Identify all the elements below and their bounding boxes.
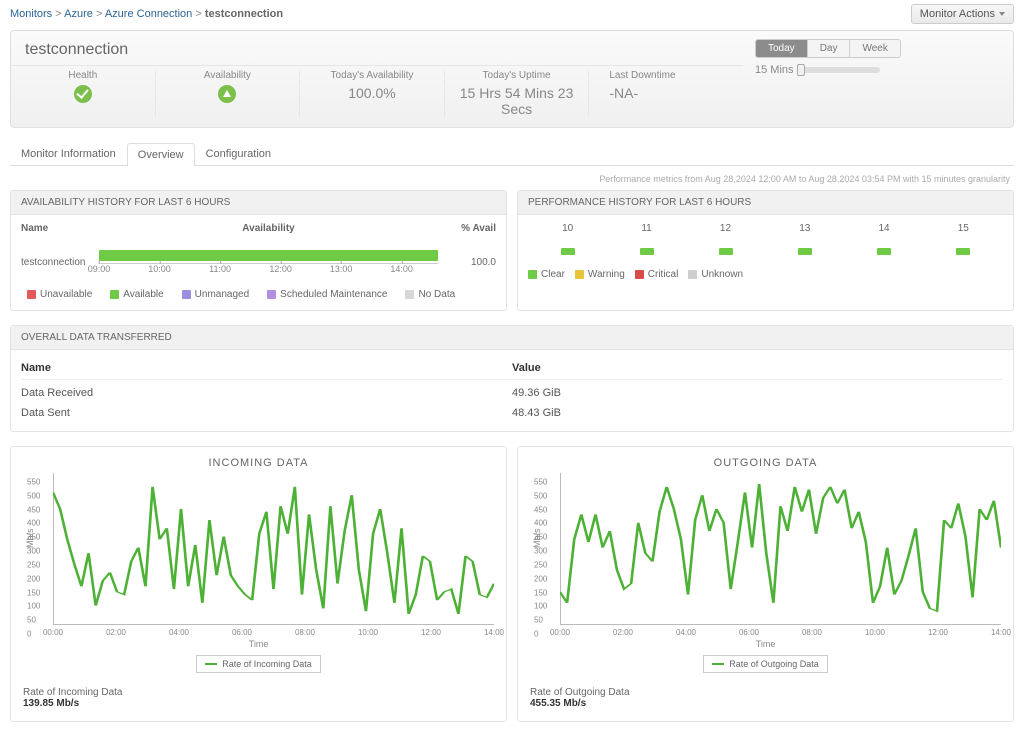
metrics-range-text: Performance metrics from Aug 28,2024 12:… <box>0 174 1010 184</box>
legend-unavailable: Unavailable <box>40 289 92 300</box>
chart-panel: INCOMING DATA Mb/s05010015020025030035040… <box>10 446 507 722</box>
chart-footer-label: Rate of Incoming Data <box>23 687 494 698</box>
chart-area: Mb/s05010015020025030035040045050055000:… <box>560 473 1001 643</box>
chart-title: OUTGOING DATA <box>530 457 1001 469</box>
legend-scheduled-swatch <box>267 290 276 299</box>
legend-warning: Warning <box>588 269 625 280</box>
chart-area: Mb/s05010015020025030035040045050055000:… <box>53 473 494 643</box>
stat-health-label: Health <box>21 70 145 81</box>
cell-name: Data Sent <box>21 407 512 419</box>
data-transferred-panel: OVERALL DATA TRANSFERRED Name Value Data… <box>10 325 1014 432</box>
avail-row-pct: 100.0 <box>446 257 496 268</box>
slider-handle[interactable] <box>797 64 805 76</box>
stat-downtime-value: -NA- <box>609 85 733 101</box>
table-row: Data Sent48.43 GiB <box>21 403 1003 423</box>
legend-critical: Critical <box>648 269 679 280</box>
chevron-down-icon <box>999 12 1005 16</box>
stat-uptime-value: 15 Hrs 54 Mins 23 Secs <box>455 85 579 117</box>
perf-status-pill <box>561 248 575 255</box>
legend-nodata: No Data <box>418 289 455 300</box>
avail-row-name: testconnection <box>21 257 91 268</box>
availability-bar <box>99 250 438 261</box>
perf-hour: 15 <box>958 223 969 234</box>
tab-configuration[interactable]: Configuration <box>195 142 282 165</box>
stat-today-avail-value: 100.0% <box>310 85 434 101</box>
perf-hour: 12 <box>720 223 731 234</box>
legend-critical-swatch <box>635 270 644 279</box>
legend-nodata-swatch <box>405 290 414 299</box>
col-value: Value <box>512 362 1003 374</box>
stat-availability-label: Availability <box>166 70 290 81</box>
granularity-slider[interactable] <box>800 67 880 73</box>
health-ok-icon <box>74 85 92 103</box>
perf-hour: 13 <box>799 223 810 234</box>
range-granularity-label: 15 Mins <box>755 64 794 76</box>
perf-hour: 14 <box>878 223 889 234</box>
avail-xtick: 09:00 <box>88 264 111 274</box>
range-day[interactable]: Day <box>808 40 851 57</box>
cell-name: Data Received <box>21 387 512 399</box>
perf-status-pill <box>640 248 654 255</box>
avail-xtick: 12:00 <box>269 264 292 274</box>
legend-unmanaged: Unmanaged <box>195 289 249 300</box>
legend-scheduled: Scheduled Maintenance <box>280 289 387 300</box>
monitor-actions-button[interactable]: Monitor Actions <box>911 4 1014 24</box>
stat-uptime-label: Today's Uptime <box>455 70 579 81</box>
monitor-actions-label: Monitor Actions <box>920 8 995 20</box>
crumb-current: testconnection <box>205 8 283 20</box>
range-tabs: Today Day Week <box>755 39 901 58</box>
performance-history-title: PERFORMANCE HISTORY FOR LAST 6 HOURS <box>518 191 1013 215</box>
crumb-azure-connection[interactable]: Azure Connection <box>105 8 192 20</box>
availability-up-icon <box>218 85 236 103</box>
legend-clear-swatch <box>528 270 537 279</box>
legend-clear: Clear <box>541 269 565 280</box>
chart-footer-value: 455.35 Mb/s <box>530 698 586 709</box>
perf-status-pill <box>877 248 891 255</box>
avail-xtick: 14:00 <box>390 264 413 274</box>
range-today[interactable]: Today <box>756 40 808 57</box>
legend-unknown: Unknown <box>701 269 743 280</box>
legend-available: Available <box>123 289 163 300</box>
chart-footer-label: Rate of Outgoing Data <box>530 687 1001 698</box>
avail-xtick: 10:00 <box>148 264 171 274</box>
perf-status-pill <box>719 248 733 255</box>
crumb-monitors[interactable]: Monitors <box>10 8 52 20</box>
availability-history-panel: AVAILABILITY HISTORY FOR LAST 6 HOURS Na… <box>10 190 507 311</box>
perf-status-pill <box>798 248 812 255</box>
legend-unavailable-swatch <box>27 290 36 299</box>
chart-footer-value: 139.85 Mb/s <box>23 698 79 709</box>
col-name: Name <box>21 362 512 374</box>
chart-title: INCOMING DATA <box>23 457 494 469</box>
chart-legend: Rate of Outgoing Data <box>703 655 828 673</box>
perf-hour: 11 <box>641 223 651 234</box>
cell-value: 48.43 GiB <box>512 407 1003 419</box>
availability-history-title: AVAILABILITY HISTORY FOR LAST 6 HOURS <box>11 191 506 215</box>
table-row: Data Received49.36 GiB <box>21 383 1003 403</box>
perf-hour: 10 <box>562 223 573 234</box>
stat-downtime-label: Last Downtime <box>609 70 733 81</box>
chart-legend: Rate of Incoming Data <box>196 655 321 673</box>
tab-overview[interactable]: Overview <box>127 143 195 166</box>
cell-value: 49.36 GiB <box>512 387 1003 399</box>
page-title: testconnection <box>11 31 743 66</box>
avail-xtick: 11:00 <box>209 264 231 274</box>
perf-status-pill <box>956 248 970 255</box>
breadcrumb: Monitors > Azure > Azure Connection > te… <box>10 8 283 20</box>
legend-available-swatch <box>110 290 119 299</box>
range-week[interactable]: Week <box>850 40 899 57</box>
stat-today-avail-label: Today's Availability <box>310 70 434 81</box>
col-availability: Availability <box>91 223 446 234</box>
col-pct: % Avail <box>446 223 496 234</box>
chart-panel: OUTGOING DATA Mb/s05010015020025030035040… <box>517 446 1014 722</box>
col-name: Name <box>21 223 91 234</box>
data-transferred-title: OVERALL DATA TRANSFERRED <box>11 326 1013 350</box>
legend-warning-swatch <box>575 270 584 279</box>
tab-monitor-info[interactable]: Monitor Information <box>10 142 127 165</box>
crumb-azure[interactable]: Azure <box>64 8 93 20</box>
performance-history-panel: PERFORMANCE HISTORY FOR LAST 6 HOURS 10 1… <box>517 190 1014 311</box>
legend-unmanaged-swatch <box>182 290 191 299</box>
legend-unknown-swatch <box>688 270 697 279</box>
avail-xtick: 13:00 <box>330 264 353 274</box>
